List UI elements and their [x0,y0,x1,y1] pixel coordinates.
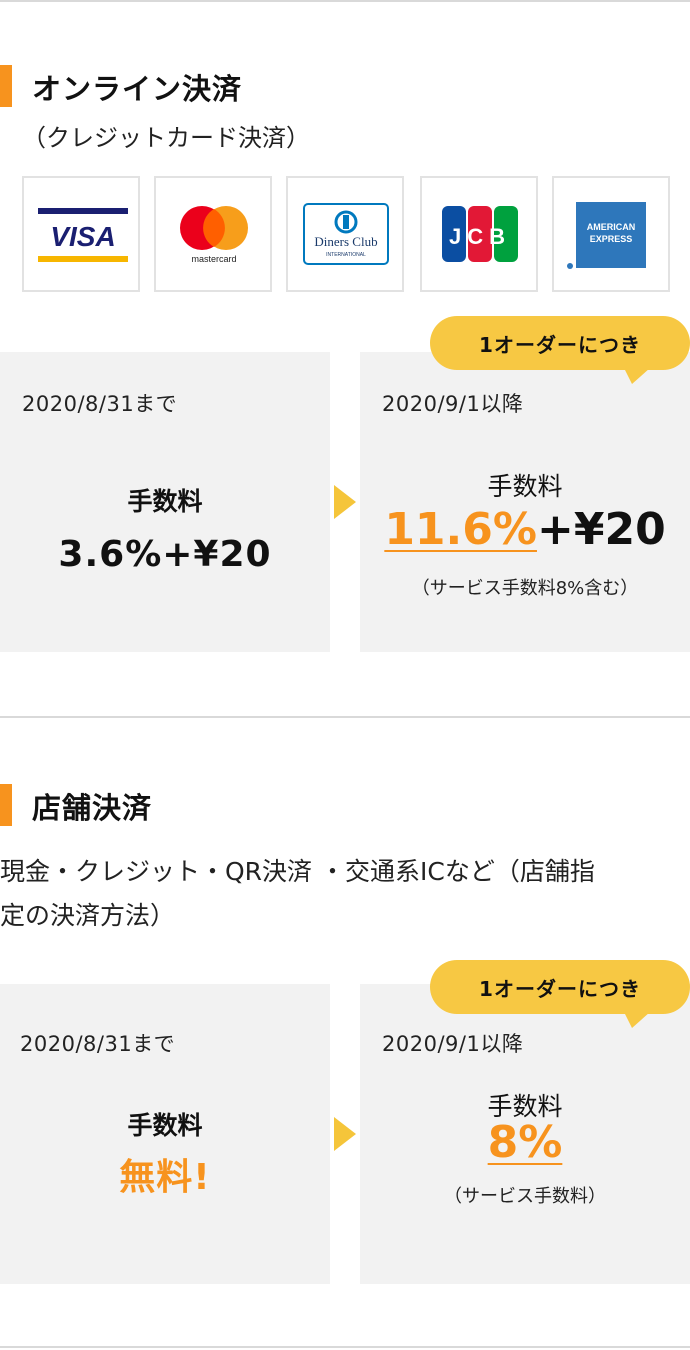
online-after-fee-label: 手数料 [487,472,563,501]
svg-text:INTERNATIONAL: INTERNATIONAL [326,252,366,258]
online-after-panel: 2020/9/1以降 手数料 11.6%+¥20 （サービス手数料8%含む） [360,352,690,652]
store-after-panel: 2020/9/1以降 手数料 8% （サービス手数料） [360,984,690,1284]
bottom-divider [0,1346,690,1348]
svg-text:VISA: VISA [50,221,115,252]
jcb-logo: JCB [420,176,538,292]
svg-text:AMERICAN: AMERICAN [587,222,636,232]
online-before-fee-value: 3.6%+¥20 [58,534,272,575]
online-bubble-text: 1オーダーにつき [479,332,641,357]
store-bubble-tail [624,1012,650,1028]
top-divider [0,0,690,2]
online-per-order-bubble: 1オーダーにつき [430,316,690,370]
svg-text:mastercard: mastercard [191,254,236,264]
section-accent-bar [0,784,12,826]
online-after-fee-rest: +¥20 [536,504,666,555]
online-section-subtitle: （クレジットカード決済） [22,124,310,152]
online-section-title: オンライン決済 [32,72,243,106]
store-bubble-text: 1オーダーにつき [479,976,641,1001]
visa-logo: VISA [22,176,140,292]
mastercard-logo: mastercard [154,176,272,292]
middle-divider [0,716,690,718]
store-before-fee-label: 手数料 [127,1111,203,1140]
svg-text:JCB: JCB [449,224,511,249]
online-arrow-icon [334,485,356,519]
online-before-fee-label: 手数料 [127,487,203,516]
online-after-fee-note: （サービス手数料8%含む） [411,578,639,599]
online-after-fee-value: 11.6%+¥20 [360,504,690,555]
svg-text:Diners Club: Diners Club [314,234,377,249]
online-before-panel: 2020/8/31まで 手数料 3.6%+¥20 [0,352,330,652]
amex-logo: AMERICAN EXPRESS [552,176,670,292]
store-after-fee-highlight: 8% [487,1117,563,1168]
online-before-date: 2020/8/31まで [22,392,178,416]
store-before-date: 2020/8/31まで [20,1032,176,1056]
store-before-panel: 2020/8/31まで 手数料 無料! [0,984,330,1284]
store-after-fee-value: 8% [360,1117,690,1168]
store-after-fee-note: （サービス手数料） [444,1186,606,1207]
svg-text:EXPRESS: EXPRESS [590,234,633,244]
store-before-fee-value: 無料! [119,1157,211,1198]
online-after-date: 2020/9/1以降 [382,392,524,416]
store-section-subtitle-line2: 定の決済方法） [0,901,176,930]
online-after-fee-highlight: 11.6% [384,504,537,555]
diners-logo: Diners Club INTERNATIONAL [286,176,404,292]
store-section-title: 店舗決済 [32,791,153,825]
store-after-date: 2020/9/1以降 [382,1032,524,1056]
section-accent-bar [0,65,12,107]
store-arrow-icon [334,1117,356,1151]
store-per-order-bubble: 1オーダーにつき [430,960,690,1014]
store-section-subtitle-line1: 現金・クレジット・QR決済 ・交通系ICなど（店舗指 [0,857,595,886]
online-bubble-tail [624,368,650,384]
